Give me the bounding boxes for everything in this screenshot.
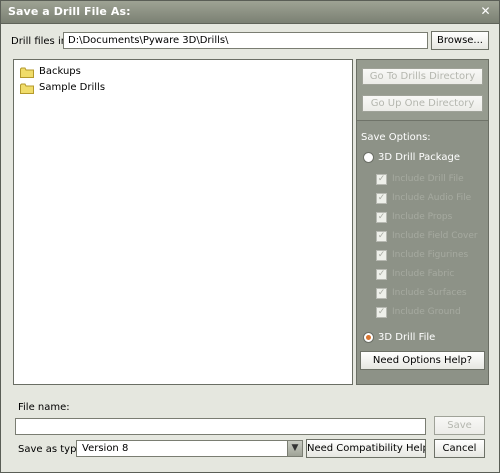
- drill-files-in-label: Drill files in:: [11, 36, 71, 47]
- checkbox[interactable]: ✓: [376, 269, 387, 280]
- browse-button[interactable]: Browse...: [431, 31, 489, 50]
- folder-icon: [20, 83, 34, 94]
- cancel-button[interactable]: Cancel: [434, 439, 485, 458]
- checkbox[interactable]: ✓: [376, 288, 387, 299]
- checkbox[interactable]: ✓: [376, 174, 387, 185]
- include-option-label: Include Ground: [392, 307, 461, 317]
- include-option-label: Include Surfaces: [392, 288, 467, 298]
- include-option-label: Include Props: [392, 212, 453, 222]
- save-options-title: Save Options:: [361, 132, 431, 143]
- include-option-label: Include Drill File: [392, 174, 464, 184]
- file-name-input[interactable]: [15, 418, 426, 435]
- save-dialog: Save a Drill File As: ✕ Drill files in: …: [0, 0, 500, 473]
- drill-package-label: 3D Drill Package: [378, 152, 461, 163]
- checkbox[interactable]: ✓: [376, 250, 387, 261]
- drill-package-radio[interactable]: [363, 152, 374, 163]
- checkbox[interactable]: ✓: [376, 231, 387, 242]
- drill-file-label: 3D Drill File: [378, 332, 436, 343]
- folder-name: Backups: [39, 66, 81, 77]
- go-up-one-directory-button[interactable]: Go Up One Directory: [362, 95, 483, 112]
- options-pane: Go To Drills Directory Go Up One Directo…: [356, 59, 489, 385]
- need-options-help-button[interactable]: Need Options Help?: [360, 351, 485, 370]
- need-compatibility-help-button[interactable]: Need Compatibility Help?: [306, 439, 426, 458]
- chevron-down-icon[interactable]: ▼: [287, 441, 302, 456]
- title-bar: Save a Drill File As: ✕: [1, 1, 499, 24]
- folder-icon: [20, 67, 34, 78]
- file-list[interactable]: Backups Sample Drills: [13, 59, 353, 385]
- go-to-drills-directory-button[interactable]: Go To Drills Directory: [362, 68, 483, 85]
- close-icon[interactable]: ✕: [478, 4, 493, 19]
- directory-buttons-panel: Go To Drills Directory Go Up One Directo…: [357, 60, 488, 121]
- checkbox[interactable]: ✓: [376, 193, 387, 204]
- drill-file-radio[interactable]: [363, 332, 374, 343]
- save-button[interactable]: Save: [434, 416, 485, 435]
- include-option-label: Include Figurines: [392, 250, 469, 260]
- include-option-label: Include Fabric: [392, 269, 455, 279]
- save-as-type-select[interactable]: Version 8 ▼: [76, 440, 303, 457]
- dialog-title: Save a Drill File As:: [8, 5, 131, 18]
- folder-name: Sample Drills: [39, 82, 106, 93]
- save-as-type-value: Version 8: [82, 443, 129, 454]
- file-name-label: File name:: [18, 402, 70, 413]
- include-option-label: Include Audio File: [392, 193, 472, 203]
- include-option-label: Include Field Cover: [392, 231, 478, 241]
- checkbox[interactable]: ✓: [376, 307, 387, 318]
- checkbox[interactable]: ✓: [376, 212, 387, 223]
- directory-path-field[interactable]: D:\Documents\Pyware 3D\Drills\: [63, 32, 428, 49]
